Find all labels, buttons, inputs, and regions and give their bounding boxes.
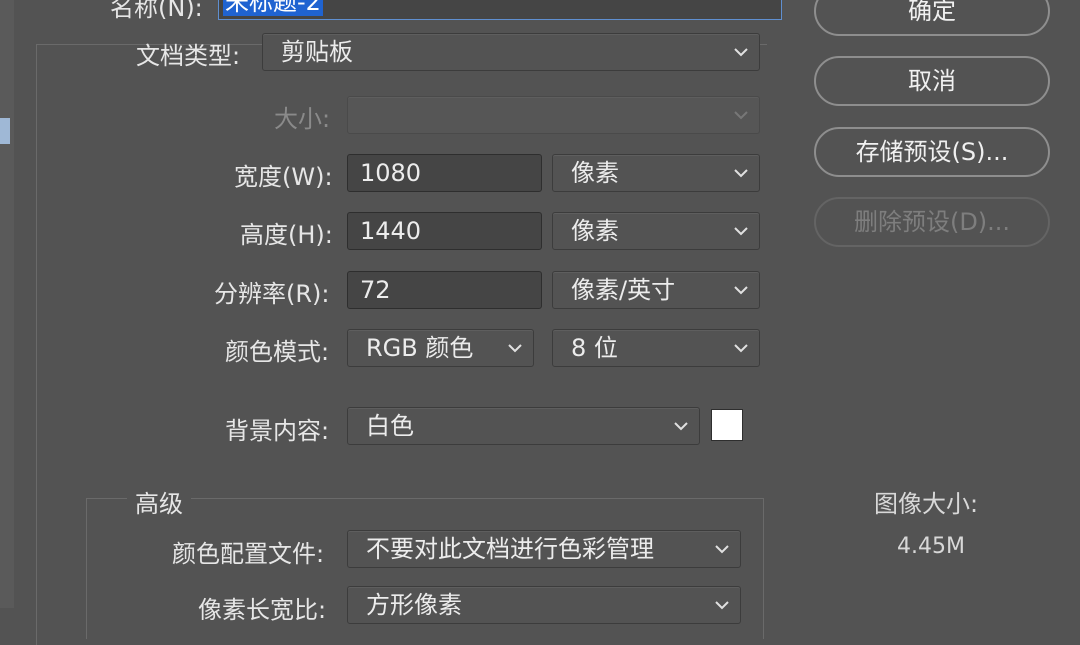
height-unit-select[interactable]: 像素 xyxy=(552,212,760,250)
image-size-value: 4.45M xyxy=(897,534,965,559)
image-size-label: 图像大小: xyxy=(874,490,979,518)
delete-preset-button[interactable]: 删除预设(D)... xyxy=(814,197,1050,247)
ok-button[interactable]: 确定 xyxy=(814,0,1050,36)
chevron-down-icon xyxy=(734,227,748,236)
height-input[interactable]: 1440 xyxy=(347,212,542,250)
background-color-swatch[interactable] xyxy=(711,409,743,441)
chevron-down-icon xyxy=(734,111,748,120)
color-mode-label: 颜色模式: xyxy=(225,338,330,366)
window-edge xyxy=(0,0,14,608)
document-type-label: 文档类型: xyxy=(136,42,241,70)
width-unit-select[interactable]: 像素 xyxy=(552,154,760,192)
cancel-button[interactable]: 取消 xyxy=(814,56,1050,106)
color-mode-select[interactable]: RGB 颜色 xyxy=(347,329,534,367)
resolution-label: 分辨率(R): xyxy=(214,280,330,308)
chevron-down-icon xyxy=(734,48,748,57)
pixel-aspect-select[interactable]: 方形像素 xyxy=(347,586,741,624)
name-input-selected-text: 未标题-2 xyxy=(223,0,323,16)
save-preset-button[interactable]: 存储预设(S)... xyxy=(814,127,1050,177)
advanced-section-title: 高级 xyxy=(127,484,191,519)
chevron-down-icon xyxy=(734,169,748,178)
pixel-aspect-value: 方形像素 xyxy=(366,591,462,619)
chevron-down-icon xyxy=(715,545,729,554)
name-input[interactable]: 未标题-2 xyxy=(218,0,782,20)
bit-depth-select[interactable]: 8 位 xyxy=(552,329,760,367)
resolution-unit-value: 像素/英寸 xyxy=(571,276,676,304)
width-label: 宽度(W): xyxy=(234,163,333,191)
height-label: 高度(H): xyxy=(240,221,333,249)
chevron-down-icon xyxy=(734,286,748,295)
background-value: 白色 xyxy=(366,412,414,440)
color-profile-value: 不要对此文档进行色彩管理 xyxy=(366,535,654,563)
color-mode-value: RGB 颜色 xyxy=(366,334,474,362)
chevron-down-icon xyxy=(715,601,729,610)
document-type-value: 剪贴板 xyxy=(281,38,353,66)
background-select[interactable]: 白色 xyxy=(347,407,700,445)
chevron-down-icon xyxy=(508,344,522,353)
bit-depth-value: 8 位 xyxy=(571,334,618,362)
color-profile-select[interactable]: 不要对此文档进行色彩管理 xyxy=(347,530,741,568)
name-label: 名称(N): xyxy=(110,0,203,22)
size-label: 大小: xyxy=(274,105,331,133)
background-label: 背景内容: xyxy=(225,417,330,445)
height-unit-value: 像素 xyxy=(571,217,619,245)
chevron-down-icon xyxy=(734,344,748,353)
background-window-strip xyxy=(0,118,10,144)
width-unit-value: 像素 xyxy=(571,159,619,187)
document-type-select[interactable]: 剪贴板 xyxy=(262,33,760,71)
size-select[interactable] xyxy=(347,96,760,134)
resolution-input[interactable]: 72 xyxy=(347,271,542,309)
color-profile-label: 颜色配置文件: xyxy=(172,540,325,568)
chevron-down-icon xyxy=(674,422,688,431)
resolution-unit-select[interactable]: 像素/英寸 xyxy=(552,271,760,309)
width-input[interactable]: 1080 xyxy=(347,154,542,192)
